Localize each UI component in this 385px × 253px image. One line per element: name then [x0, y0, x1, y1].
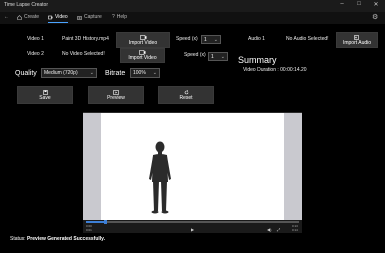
import-video2-button[interactable]: Import Video: [120, 48, 165, 63]
chevron-down-icon: ⌄: [213, 36, 218, 43]
seek-thumb[interactable]: [104, 220, 107, 224]
save-button[interactable]: Save: [17, 86, 73, 104]
video2-speed-select[interactable]: 1 ⌄: [208, 52, 228, 61]
elapsed-time-2: 0:01: [86, 228, 92, 232]
quality-label: Quality: [15, 70, 37, 77]
audio1-label: Audio 1: [248, 36, 265, 42]
seek-bar[interactable]: [86, 221, 299, 223]
video1-speed-select[interactable]: 1 ⌄: [201, 35, 221, 44]
import-audio-button[interactable]: Import Audio: [336, 32, 378, 48]
letterbox-left: [83, 113, 101, 220]
summary-title: Summary: [238, 55, 277, 65]
chevron-down-icon: ⌄: [220, 53, 225, 60]
quality-select[interactable]: Medium (720p) ⌄: [41, 68, 97, 78]
audio1-filename: No Audio Selected!: [286, 36, 329, 42]
preview-button[interactable]: Preview: [88, 86, 144, 104]
figure-silhouette: [149, 141, 171, 214]
chevron-down-icon: ⌄: [152, 70, 157, 76]
minimize-icon[interactable]: –: [337, 1, 347, 7]
video2-filename: No Video Selected!: [62, 51, 105, 57]
status-message: Preview Generated Successfully.: [26, 236, 105, 242]
seek-bar-progress: [86, 221, 105, 223]
letterbox-right: [284, 113, 302, 220]
video1-filename: Paint 3D History.mp4: [62, 36, 109, 42]
volume-icon[interactable]: ◀): [267, 227, 271, 232]
video-icon: [48, 15, 53, 19]
tab-capture[interactable]: Capture: [77, 14, 102, 20]
camera-icon: [77, 15, 82, 20]
active-tab-indicator: [48, 22, 68, 23]
back-button[interactable]: ←: [4, 14, 9, 20]
tab-video[interactable]: Video: [48, 14, 68, 23]
question-icon: ?: [112, 14, 115, 20]
fullscreen-icon[interactable]: ⤢: [277, 227, 280, 232]
video-preview-frame[interactable]: [101, 113, 284, 220]
chevron-down-icon: ⌄: [89, 70, 94, 76]
maximize-icon[interactable]: □: [354, 1, 364, 7]
bitrate-select[interactable]: 100% ⌄: [130, 68, 160, 78]
video2-speed-label: Speed (x): [184, 52, 206, 58]
reset-button[interactable]: Reset: [158, 86, 214, 104]
status-bar: Status: Preview Generated Successfully.: [10, 236, 105, 242]
video2-label: Video 2: [27, 51, 44, 57]
play-icon[interactable]: ▶: [191, 227, 194, 232]
bitrate-label: Bitrate: [105, 70, 126, 77]
tab-help[interactable]: ? Help: [112, 14, 127, 20]
video1-label: Video 1: [27, 36, 44, 42]
window-title: Time Lapse Creator: [4, 2, 48, 8]
house-icon: [17, 14, 22, 20]
video1-speed-label: Speed (x): [176, 36, 198, 42]
remaining-time-2: 0:14: [292, 228, 298, 232]
import-video1-button[interactable]: Import Video: [116, 32, 170, 48]
settings-gear-icon[interactable]: ⚙: [372, 13, 378, 21]
video-duration: Video Duration : 00:00:14.20: [243, 67, 307, 73]
status-label: Status:: [10, 236, 26, 242]
nav-bar: ← Create Video Capture ? Help ⚙: [0, 12, 385, 24]
tab-create[interactable]: Create: [17, 14, 39, 20]
close-icon[interactable]: ✕: [371, 1, 381, 8]
title-bar: Time Lapse Creator – □ ✕: [0, 0, 385, 12]
